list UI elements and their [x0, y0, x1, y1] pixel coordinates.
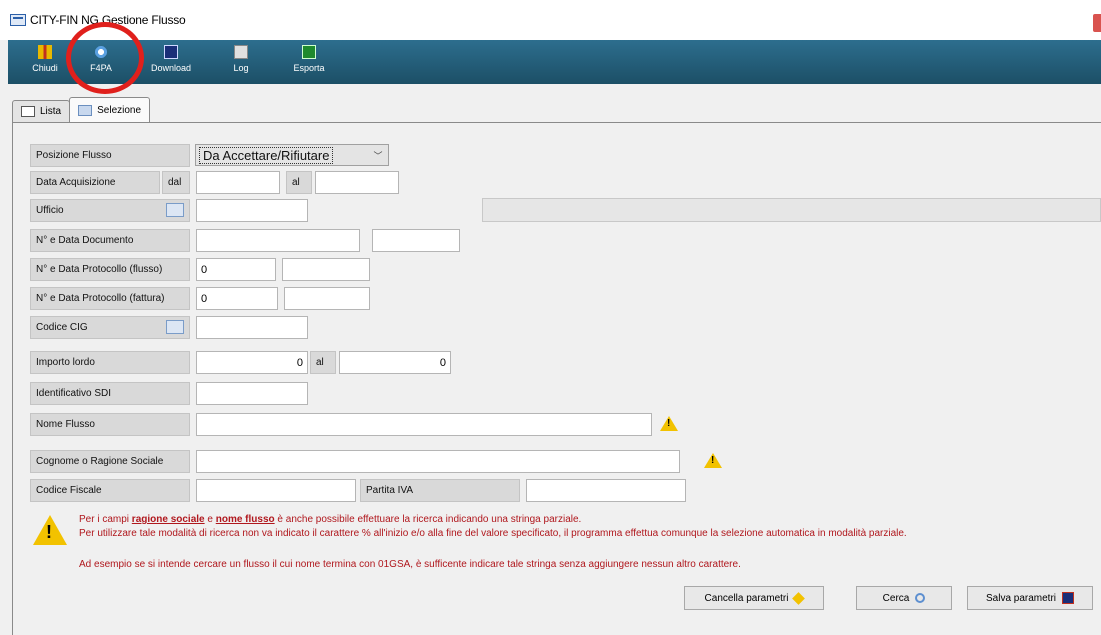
esporta-label: Esporta: [293, 63, 325, 73]
note-emphasis: nome flusso: [215, 514, 275, 525]
codice-fiscale-field[interactable]: [196, 479, 356, 502]
download-button[interactable]: Download: [134, 40, 208, 84]
ufficio-description-bar: [482, 198, 1101, 222]
note-line-3: Ad esempio se si intende cercare un flus…: [79, 559, 741, 570]
protocollo-flusso-number-field[interactable]: 0: [196, 258, 276, 281]
ufficio-field[interactable]: [196, 199, 308, 222]
note-emphasis: ragione sociale: [131, 514, 205, 525]
cancella-parametri-button[interactable]: Cancella parametri: [684, 586, 824, 610]
tab-strip: Lista Selezione: [12, 97, 151, 122]
excel-export-icon: [302, 45, 316, 59]
posizione-flusso-label: Posizione Flusso: [30, 144, 190, 167]
warning-icon: [660, 416, 678, 431]
app-icon: [10, 14, 26, 26]
dal-label: dal: [162, 171, 190, 194]
download-label: Download: [150, 63, 192, 73]
identificativo-sdi-field[interactable]: [196, 382, 308, 405]
importo-lordo-from-field[interactable]: 0: [196, 351, 308, 374]
data-acquisizione-label: Data Acquisizione: [30, 171, 160, 194]
protocollo-fattura-date-field[interactable]: [284, 287, 370, 310]
warning-icon: [704, 453, 722, 468]
warning-icon: [33, 515, 67, 545]
partita-iva-field[interactable]: [526, 479, 686, 502]
log-label: Log: [233, 63, 249, 73]
salva-label: Salva parametri: [985, 592, 1057, 604]
tab-selezione-label: Selezione: [97, 104, 142, 116]
highlight-circle-annotation: [66, 22, 144, 94]
note-line-2: Per utilizzare tale modalità di ricerca …: [79, 528, 907, 539]
tab-lista[interactable]: Lista: [12, 100, 71, 122]
toolbar: Chiudi F4PA Download Log Esporta: [8, 40, 1101, 84]
documento-label: N° e Data Documento: [30, 229, 190, 252]
importo-lordo-label: Importo lordo: [30, 351, 190, 374]
cognome-ragione-label: Cognome o Ragione Sociale: [30, 450, 190, 473]
note-line-1: Per i campi ragione sociale e nome fluss…: [79, 514, 581, 525]
codice-fiscale-label: Codice Fiscale: [30, 479, 190, 502]
protocollo-fattura-label: N° e Data Protocollo (fattura): [30, 287, 190, 310]
esporta-button[interactable]: Esporta: [274, 40, 344, 84]
cognome-ragione-field[interactable]: [196, 450, 680, 473]
protocollo-flusso-label: N° e Data Protocollo (flusso): [30, 258, 190, 281]
tab-selezione[interactable]: Selezione: [69, 97, 151, 122]
title-bar: CITY-FIN NG Gestione Flusso: [0, 0, 1101, 40]
search-form-icon: [78, 104, 93, 116]
cerca-label: Cerca: [882, 592, 910, 604]
posizione-flusso-value: Da Accettare/Rifiutare: [199, 146, 334, 164]
salva-parametri-button[interactable]: Salva parametri: [967, 586, 1093, 610]
protocollo-flusso-date-field[interactable]: [282, 258, 370, 281]
save-icon: [1062, 592, 1075, 604]
close-icon[interactable]: [1093, 14, 1101, 32]
cerca-button[interactable]: Cerca: [856, 586, 952, 610]
chiudi-button[interactable]: Chiudi: [22, 40, 68, 84]
list-icon: [21, 106, 35, 117]
importo-al-label: al: [310, 351, 336, 374]
codice-cig-lookup-icon[interactable]: [166, 320, 184, 334]
download-icon: [164, 45, 178, 59]
data-acquisizione-to-field[interactable]: [315, 171, 399, 194]
chiudi-label: Chiudi: [32, 63, 58, 73]
note-text: e: [204, 514, 216, 525]
documento-number-field[interactable]: [196, 229, 360, 252]
eraser-icon: [792, 591, 806, 605]
codice-cig-field[interactable]: [196, 316, 308, 339]
partita-iva-label: Partita IVA: [360, 479, 520, 502]
ufficio-lookup-icon[interactable]: [166, 203, 184, 217]
note-text: è anche possibile effettuare la ricerca …: [274, 514, 582, 525]
search-icon: [915, 593, 926, 603]
nome-flusso-label: Nome Flusso: [30, 413, 190, 436]
identificativo-sdi-label: Identificativo SDI: [30, 382, 190, 405]
exit-door-icon: [38, 45, 52, 59]
tab-lista-label: Lista: [40, 106, 62, 117]
log-button[interactable]: Log: [208, 40, 274, 84]
protocollo-fattura-number-field[interactable]: 0: [196, 287, 278, 310]
documento-date-field[interactable]: [372, 229, 460, 252]
posizione-flusso-select[interactable]: Da Accettare/Rifiutare ﹀: [195, 144, 389, 166]
cancella-label: Cancella parametri: [704, 592, 789, 604]
importo-lordo-to-field[interactable]: 0: [339, 351, 451, 374]
log-document-icon: [234, 45, 248, 59]
al-label: al: [286, 171, 312, 194]
note-text: Per i campi: [79, 514, 132, 525]
data-acquisizione-from-field[interactable]: [196, 171, 280, 194]
nome-flusso-field[interactable]: [196, 413, 652, 436]
chevron-down-icon[interactable]: ﹀: [370, 147, 386, 163]
